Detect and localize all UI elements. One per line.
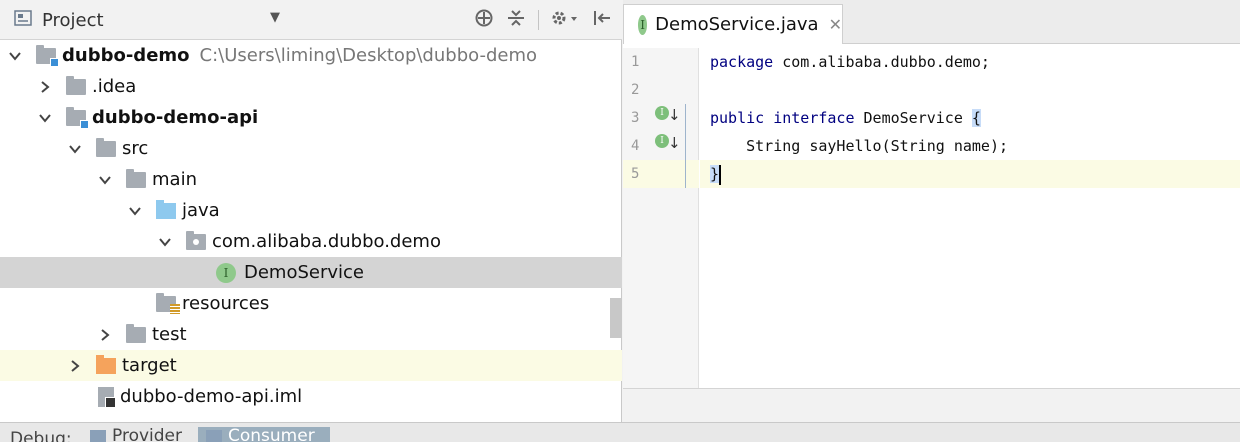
tree-item-label: target — [122, 355, 177, 376]
tree-item-label: src — [122, 138, 149, 159]
settings-gear-icon[interactable] — [550, 8, 578, 32]
tree-item-label: main — [152, 169, 197, 190]
debug-label: Debug: — [10, 429, 72, 442]
line-number: 1 — [631, 54, 640, 70]
chevron-right-icon[interactable] — [66, 357, 84, 375]
folder-icon — [66, 75, 86, 95]
collapse-all-icon[interactable] — [506, 8, 526, 32]
editor-tab-bar: I DemoService.java ✕ — [623, 0, 1240, 44]
project-view-icon — [14, 9, 34, 31]
chevron-right-icon[interactable] — [36, 78, 54, 96]
tree-item-iml[interactable]: dubbo-demo-api.iml — [0, 381, 622, 412]
tree-item-label: dubbo-demo — [62, 45, 190, 66]
resources-folder-icon — [156, 292, 180, 314]
header-separator — [538, 10, 539, 30]
interface-icon: I — [216, 262, 236, 283]
tree-item-idea[interactable]: .idea — [0, 71, 622, 102]
excluded-folder-icon — [96, 354, 116, 374]
code-line-5: } — [700, 160, 1240, 188]
tree-item-demoservice[interactable]: I DemoService — [0, 257, 622, 288]
tree-scrollbar[interactable] — [610, 298, 622, 338]
project-view-selector[interactable]: Project — [14, 9, 104, 31]
editor-footer — [623, 388, 1240, 422]
text-caret — [719, 164, 722, 185]
code-line-3: public interface DemoService { — [710, 109, 981, 127]
line-number: 3 — [631, 110, 640, 126]
tree-item-target[interactable]: target — [0, 350, 622, 381]
chevron-down-icon[interactable] — [126, 202, 144, 220]
fold-guide — [685, 104, 686, 188]
tree-item-label: .idea — [92, 76, 137, 97]
tree-item-label: java — [182, 200, 220, 221]
tree-item-label: dubbo-demo-api — [92, 107, 259, 128]
folder-icon — [126, 168, 146, 188]
chevron-down-icon[interactable] — [6, 47, 24, 65]
tab-consumer[interactable]: Consumer — [198, 426, 330, 442]
tree-item-package[interactable]: com.alibaba.dubbo.demo — [0, 226, 622, 257]
tab-provider[interactable]: Provider — [82, 426, 194, 442]
view-dropdown-arrow-icon[interactable]: ▼ — [270, 10, 280, 25]
tree-item-label: DemoService — [244, 262, 365, 283]
close-tab-icon[interactable]: ✕ — [829, 15, 842, 34]
locate-target-icon[interactable] — [474, 8, 494, 32]
tree-item-label: dubbo-demo-api.iml — [120, 386, 303, 407]
hide-panel-icon[interactable] — [592, 8, 612, 32]
tree-item-label: resources — [182, 293, 270, 314]
implemented-marker-icon[interactable]: I ↓ — [655, 134, 681, 154]
project-panel-header: Project ▼ — [0, 0, 622, 40]
debug-tool-bar: Debug: Provider Consumer — [0, 422, 1240, 442]
source-folder-icon — [156, 199, 176, 219]
run-config-icon — [90, 430, 106, 442]
line-number: 4 — [631, 138, 640, 154]
tree-item-label: com.alibaba.dubbo.demo — [212, 231, 441, 252]
tree-item-main[interactable]: main — [0, 164, 622, 195]
implemented-marker-icon[interactable]: I ↓ — [655, 106, 681, 126]
code-editor: I DemoService.java ✕ 1 2 3 4 5 I ↓ I ↓ pac… — [623, 0, 1240, 422]
chevron-down-icon[interactable] — [66, 140, 84, 158]
project-tool-window: Project ▼ dubbo-demo C:\Users\liming\Des… — [0, 0, 622, 422]
code-line-4: String sayHello(String name); — [710, 137, 1009, 155]
tab-label: DemoService.java — [655, 14, 819, 35]
code-line-1: package com.alibaba.dubbo.demo; — [710, 53, 990, 71]
run-config-icon — [206, 430, 222, 442]
interface-icon: I — [638, 14, 648, 35]
tree-item-label: test — [152, 324, 187, 345]
chevron-down-icon[interactable] — [36, 109, 54, 127]
module-folder-icon — [66, 106, 89, 129]
project-panel-title: Project — [42, 9, 104, 31]
tab-label: Consumer — [228, 426, 315, 442]
folder-icon — [96, 137, 116, 157]
line-number: 2 — [631, 82, 640, 98]
matched-brace: } — [710, 165, 720, 183]
tree-item-resources[interactable]: resources — [0, 288, 622, 319]
tab-demoservice-java[interactable]: I DemoService.java ✕ — [623, 4, 843, 44]
tree-item-java[interactable]: java — [0, 195, 622, 226]
tree-item-src[interactable]: src — [0, 133, 622, 164]
chevron-right-icon[interactable] — [96, 326, 114, 344]
matched-brace: { — [971, 109, 981, 127]
editor-gutter: 1 2 3 4 5 I ↓ I ↓ — [623, 48, 699, 388]
folder-icon — [126, 323, 146, 343]
tree-item-dubbo-demo[interactable]: dubbo-demo C:\Users\liming\Desktop\dubbo… — [0, 40, 622, 71]
package-icon — [186, 230, 206, 250]
line-number: 5 — [631, 166, 640, 182]
iml-file-icon — [98, 386, 116, 408]
project-tree: dubbo-demo C:\Users\liming\Desktop\dubbo… — [0, 40, 622, 422]
code-area[interactable]: package com.alibaba.dubbo.demo; public i… — [700, 48, 1240, 388]
project-path-hint: C:\Users\liming\Desktop\dubbo-demo — [199, 45, 538, 66]
tab-label: Provider — [112, 426, 182, 442]
chevron-down-icon[interactable] — [156, 233, 174, 251]
module-folder-icon — [36, 44, 59, 67]
tree-item-test[interactable]: test — [0, 319, 622, 350]
tree-item-dubbo-demo-api[interactable]: dubbo-demo-api — [0, 102, 622, 133]
chevron-down-icon[interactable] — [96, 171, 114, 189]
